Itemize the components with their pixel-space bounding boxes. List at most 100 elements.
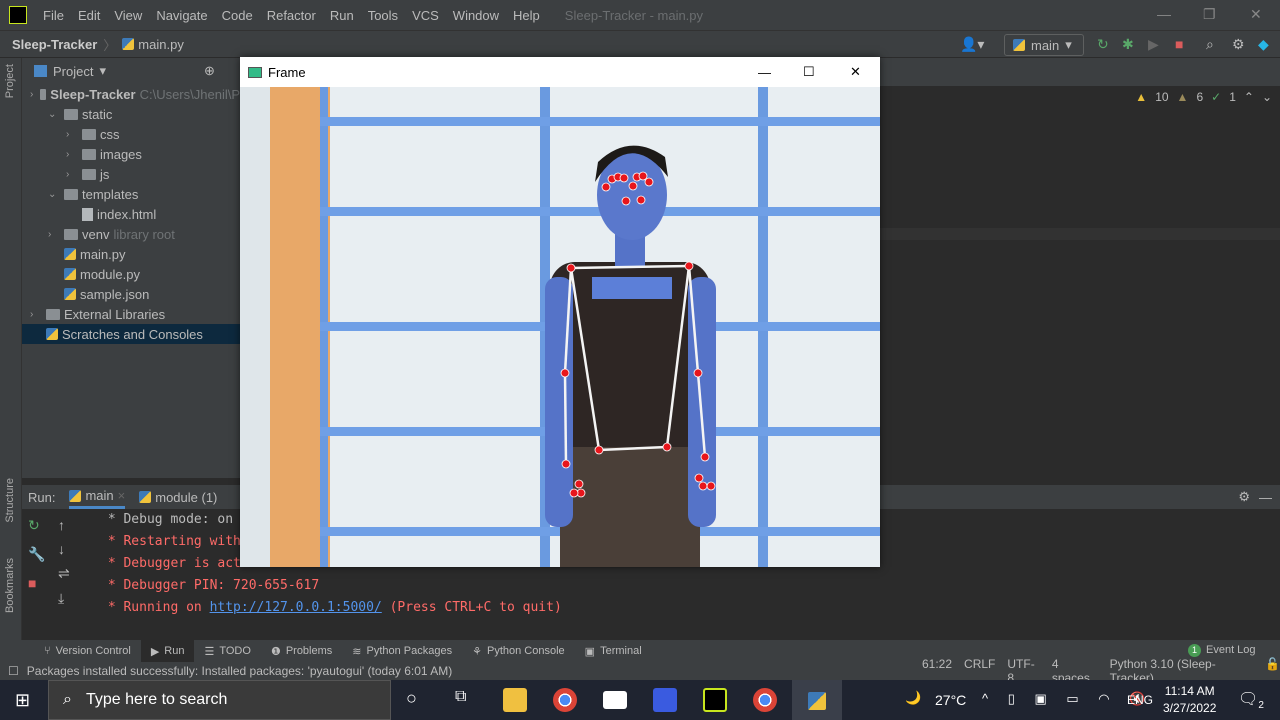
minimize-icon[interactable]: —: [1157, 6, 1171, 22]
close-icon[interactable]: ✕: [1250, 6, 1262, 23]
menu-window[interactable]: Window: [453, 8, 499, 23]
menu-view[interactable]: View: [114, 8, 142, 23]
next-highlight-icon[interactable]: ⌄: [1262, 90, 1272, 104]
rerun-icon[interactable]: ↻: [28, 517, 45, 534]
expand-arrow-icon[interactable]: ›: [66, 169, 78, 180]
tool-window-icon: ▣: [584, 645, 596, 658]
server-link[interactable]: http://127.0.0.1:5000/: [210, 600, 382, 615]
rerun-icon[interactable]: ↻: [1097, 36, 1109, 53]
chrome-icon[interactable]: [553, 688, 577, 712]
taskbar-search-box[interactable]: ⌕ Type here to search: [48, 680, 391, 720]
hide-panel-icon[interactable]: —: [1259, 490, 1272, 505]
previous-highlight-icon[interactable]: ⌃: [1244, 90, 1254, 104]
python-taskbar-button[interactable]: [792, 680, 842, 720]
expand-arrow-icon[interactable]: ›: [30, 89, 36, 100]
tree-item[interactable]: ⌄ templates: [22, 184, 240, 204]
tree-item[interactable]: › venv library root: [22, 224, 240, 244]
clock[interactable]: 11:14 AM 3/27/2022: [1163, 683, 1216, 717]
stop-icon[interactable]: ■: [28, 575, 45, 591]
frame-close-icon[interactable]: ✕: [850, 64, 861, 80]
notifications-icon[interactable]: 🗨2: [1238, 689, 1264, 711]
gear-icon[interactable]: ⚙: [1238, 489, 1250, 505]
menu-run[interactable]: Run: [330, 8, 354, 23]
tree-item[interactable]: main.py: [22, 244, 240, 264]
breadcrumb-project[interactable]: Sleep-Tracker: [12, 37, 97, 52]
menu-code[interactable]: Code: [222, 8, 253, 23]
menu-refactor[interactable]: Refactor: [267, 8, 316, 23]
app-icon[interactable]: [653, 688, 677, 712]
menu-navigate[interactable]: Navigate: [156, 8, 207, 23]
tree-item[interactable]: index.html: [22, 204, 240, 224]
event-log-button[interactable]: 1 Event Log: [1188, 644, 1256, 657]
weather-temp[interactable]: 27°C: [935, 692, 966, 708]
tree-item[interactable]: › css: [22, 124, 240, 144]
tree-item[interactable]: › External Libraries: [22, 304, 240, 324]
windows-start-icon[interactable]: ⊞: [15, 690, 30, 711]
tree-item[interactable]: › Sleep-Tracker C:\Users\Jhenil\P: [22, 84, 240, 104]
project-tool-tab[interactable]: Project: [4, 64, 16, 98]
arrow-down-icon[interactable]: ↓: [58, 541, 70, 557]
tool-window-python-packages[interactable]: ≋ Python Packages: [342, 640, 462, 662]
locate-icon[interactable]: ⊕: [204, 63, 215, 79]
user-icon[interactable]: 👤▾: [960, 36, 984, 53]
tree-item[interactable]: module.py: [22, 264, 240, 284]
menu-vcs[interactable]: VCS: [412, 8, 439, 23]
tool-window-python-console[interactable]: ⚘ Python Console: [462, 640, 575, 662]
expand-arrow-icon[interactable]: ›: [48, 229, 60, 240]
gear-icon[interactable]: ⚙: [1232, 36, 1245, 53]
task-view-icon[interactable]: ⧉: [455, 688, 466, 706]
stop-icon[interactable]: ■: [1175, 36, 1183, 52]
weather-icon[interactable]: 🌙: [905, 690, 921, 706]
language-indicator[interactable]: ENG: [1127, 693, 1153, 707]
tool-window-terminal[interactable]: ▣ Terminal: [575, 640, 652, 662]
project-panel-title[interactable]: Project: [53, 64, 93, 79]
tool-window-todo[interactable]: ☰ TODO: [194, 640, 260, 662]
menu-file[interactable]: File: [43, 8, 64, 23]
menu-tools[interactable]: Tools: [368, 8, 398, 23]
cortana-icon[interactable]: ○: [406, 688, 417, 709]
chrome-icon[interactable]: [753, 688, 777, 712]
run-tab-main[interactable]: main ×: [69, 485, 126, 509]
run-config-select[interactable]: main ▾: [1004, 34, 1084, 56]
tree-item[interactable]: Scratches and Consoles: [22, 324, 240, 344]
tool-window-run[interactable]: ▶ Run: [140, 640, 195, 662]
code-with-me-icon[interactable]: ◆: [1258, 36, 1269, 53]
inspection-widget[interactable]: ▲ 10 ▲ 6 ✓ 1 ⌃ ⌄: [1135, 90, 1272, 104]
tree-item[interactable]: › images: [22, 144, 240, 164]
scroll-to-end-icon[interactable]: ⤓: [58, 590, 70, 607]
menu-help[interactable]: Help: [513, 8, 540, 23]
restore-icon[interactable]: ❐: [1203, 6, 1216, 23]
structure-tool-tab[interactable]: Structure: [4, 478, 16, 523]
expand-arrow-icon[interactable]: ›: [30, 309, 42, 320]
file-explorer-icon[interactable]: [503, 688, 527, 712]
frame-minimize-icon[interactable]: —: [758, 65, 771, 80]
expand-arrow-icon[interactable]: ⌄: [48, 109, 60, 120]
pycharm-icon[interactable]: [703, 688, 727, 712]
coverage-icon[interactable]: ▶: [1148, 36, 1159, 53]
status-message[interactable]: Packages installed successfully: Install…: [27, 664, 452, 678]
tree-item[interactable]: ⌄ static: [22, 104, 240, 124]
expand-arrow-icon[interactable]: ›: [66, 149, 78, 160]
frame-maximize-icon[interactable]: ☐: [803, 64, 815, 80]
expand-arrow-icon[interactable]: ›: [66, 129, 78, 140]
debug-bug-icon[interactable]: ✱: [1122, 36, 1134, 53]
menu-edit[interactable]: Edit: [78, 8, 100, 23]
tree-item-label: module.py: [80, 266, 140, 282]
expand-arrow-icon[interactable]: ⌄: [48, 189, 60, 200]
soft-wrap-icon[interactable]: ⇌: [58, 565, 70, 582]
close-tab-icon[interactable]: ×: [118, 488, 126, 503]
tool-window-problems[interactable]: ❶ Problems: [261, 640, 342, 662]
search-icon[interactable]: ⌕: [1206, 36, 1214, 53]
breadcrumb-file[interactable]: main.py: [138, 37, 184, 52]
tree-item[interactable]: sample.json: [22, 284, 240, 304]
wrench-icon[interactable]: 🔧: [28, 546, 45, 563]
tool-window-version-control[interactable]: ⑂ Version Control: [34, 640, 141, 662]
chevron-down-icon[interactable]: ▾: [99, 63, 106, 79]
tree-item[interactable]: › js: [22, 164, 240, 184]
arrow-up-icon[interactable]: ↑: [58, 517, 70, 533]
bookmarks-tool-tab[interactable]: Bookmarks: [4, 558, 16, 613]
shelf-board: [320, 117, 880, 126]
run-tab-module[interactable]: module (1): [139, 490, 217, 505]
mail-icon[interactable]: [603, 691, 627, 709]
status-message-icon: ☐: [8, 664, 19, 678]
